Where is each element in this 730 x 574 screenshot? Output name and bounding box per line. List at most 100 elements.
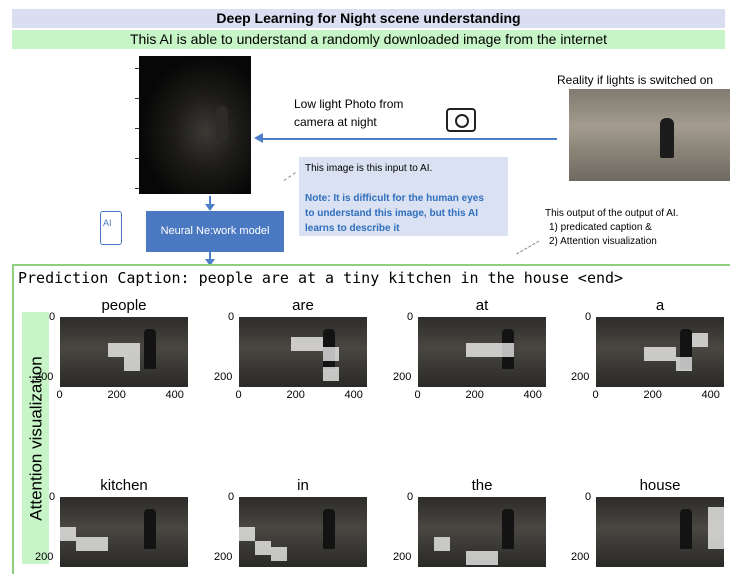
attention-highlight-cell <box>323 367 339 381</box>
attention-highlight-cell <box>482 343 498 357</box>
attention-word-label: are <box>292 297 314 314</box>
low-light-label-2: camera at night <box>294 115 377 129</box>
attention-highlight-cell <box>271 547 287 561</box>
attention-label-box: Attention visualization <box>22 312 49 564</box>
attention-highlight-cell <box>124 343 140 357</box>
attention-highlight-cell <box>466 551 482 565</box>
attention-heatmap-image <box>418 497 546 567</box>
arrow-head-down-1 <box>205 204 215 211</box>
attention-heatmap-image <box>239 317 367 387</box>
x-tick-label: 200 <box>107 389 126 401</box>
attention-highlight-cell <box>708 535 724 549</box>
attention-word-label: in <box>297 477 309 494</box>
info-pointer-line <box>283 172 297 182</box>
page-title: Deep Learning for Night scene understand… <box>12 9 725 28</box>
input-photo-axis <box>131 56 139 194</box>
attention-heatmap-image <box>60 317 188 387</box>
attention-highlight-cell <box>708 507 724 521</box>
photo-person <box>216 106 228 140</box>
arrow-head-left <box>254 133 263 143</box>
attention-highlight-cell <box>124 357 140 371</box>
y-tick-label: 0 <box>585 311 592 323</box>
x-tick-label: 400 <box>701 389 720 401</box>
x-tick-label: 0 <box>56 389 63 401</box>
camera-icon <box>446 108 476 132</box>
attention-highlight-cell <box>692 333 708 347</box>
attention-highlight-cell <box>92 537 108 551</box>
y-tick-label: 0 <box>228 311 235 323</box>
y-tick-label: 200 <box>35 551 54 563</box>
attention-word-label: at <box>475 297 489 314</box>
output-line-3: 2) Attention visualization <box>549 236 657 247</box>
attention-heatmap-image <box>596 317 724 387</box>
attention-highlight-cell <box>708 521 724 535</box>
attention-word-label: house <box>639 477 681 494</box>
heatmap-person <box>144 509 156 549</box>
y-tick-label: 200 <box>571 371 590 383</box>
output-line-2: 1) predicated caption & <box>549 222 652 233</box>
low-light-label-1: Low light Photo from <box>294 97 404 111</box>
attention-word-label: kitchen <box>100 477 148 494</box>
attention-highlight-cell <box>660 347 676 361</box>
attention-highlight-cell <box>323 347 339 361</box>
heatmap-person <box>323 509 335 549</box>
info-note-line-2: to understand this image, but this AI <box>305 208 478 219</box>
attention-highlight-cell <box>255 541 271 555</box>
x-tick-label: 400 <box>523 389 542 401</box>
info-note: Note: It is difficult for the human eyes… <box>305 191 505 236</box>
attention-heatmap-image <box>596 497 724 567</box>
attention-highlight-cell <box>108 343 124 357</box>
night-input-photo <box>139 56 251 194</box>
y-tick-label: 0 <box>407 311 414 323</box>
ai-phone-icon: AI <box>100 211 122 245</box>
camera-lens <box>455 114 469 128</box>
info-note-line-1: Note: It is difficult for the human eyes <box>305 193 484 204</box>
attention-highlight-cell <box>466 343 482 357</box>
lit-reality-photo <box>569 89 730 181</box>
y-tick-label: 0 <box>49 491 56 503</box>
attention-highlight-cell <box>644 347 660 361</box>
y-tick-label: 0 <box>49 311 56 323</box>
attention-highlight-cell <box>60 527 76 541</box>
attention-highlight-cell <box>434 537 450 551</box>
info-input-text: This image is this input to AI. <box>305 163 433 174</box>
attention-word-label: the <box>471 477 493 494</box>
attention-visualization-label: Attention visualization <box>26 356 46 521</box>
y-tick-label: 200 <box>571 551 590 563</box>
attention-highlight-cell <box>307 337 323 351</box>
heatmap-person <box>502 509 514 549</box>
y-tick-label: 200 <box>35 371 54 383</box>
ai-chip-text: AI <box>103 218 112 228</box>
x-tick-label: 400 <box>165 389 184 401</box>
info-note-line-3: learns to describe it <box>305 223 400 234</box>
x-tick-label: 0 <box>592 389 599 401</box>
attention-highlight-cell <box>239 527 255 541</box>
x-tick-label: 0 <box>414 389 421 401</box>
attention-highlight-cell <box>676 357 692 371</box>
output-description: This output of the output of AI. 1) pred… <box>545 207 725 255</box>
reality-label: Reality if lights is switched on <box>557 73 714 87</box>
attention-heatmap-image <box>418 317 546 387</box>
y-tick-label: 0 <box>407 491 414 503</box>
attention-heatmap-image <box>239 497 367 567</box>
input-info-box: This image is this input to AI. Note: It… <box>299 157 508 236</box>
heatmap-person <box>680 509 692 549</box>
reality-photo-person <box>660 118 674 158</box>
x-tick-label: 200 <box>286 389 305 401</box>
attention-highlight-cell <box>291 337 307 351</box>
attention-highlight-cell <box>482 551 498 565</box>
x-tick-label: 0 <box>235 389 242 401</box>
attention-word-label: people <box>101 297 147 314</box>
x-tick-label: 200 <box>643 389 662 401</box>
y-tick-label: 200 <box>393 551 412 563</box>
y-tick-label: 0 <box>585 491 592 503</box>
attention-highlight-cell <box>498 343 514 357</box>
attention-highlight-cell <box>76 537 92 551</box>
attention-word-label: a <box>655 297 665 314</box>
heatmap-person <box>144 329 156 369</box>
x-tick-label: 200 <box>465 389 484 401</box>
y-tick-label: 200 <box>214 371 233 383</box>
output-pointer-line <box>516 240 540 256</box>
prediction-caption: Prediction Caption: people are at a tiny… <box>18 269 624 287</box>
y-tick-label: 0 <box>228 491 235 503</box>
